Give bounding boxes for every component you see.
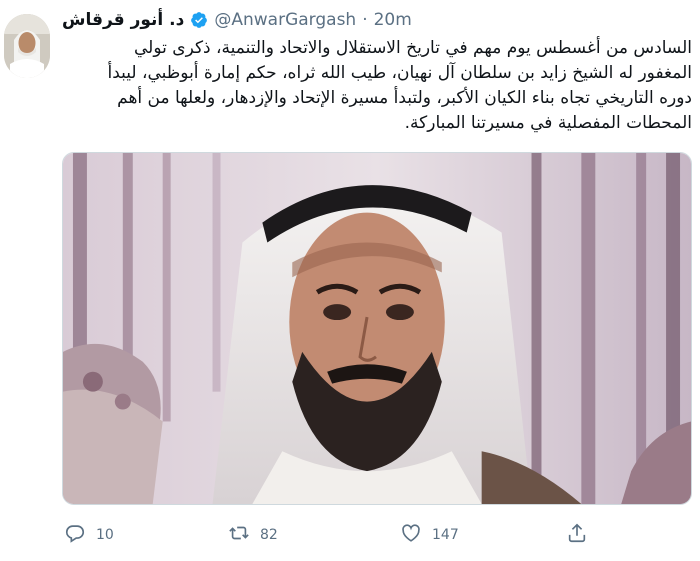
tweet-media-photo[interactable] xyxy=(62,152,692,505)
tweet-text-line: دوره التاريخي تجاه بناء الكيان الأكبر، و… xyxy=(117,88,692,108)
heart-icon xyxy=(400,522,422,548)
tweet-text-line: المحطات المفصلية في مسيرتنا المباركة. xyxy=(404,113,692,133)
author-name[interactable]: د. أنور قرقاش xyxy=(62,10,184,30)
retweet-icon xyxy=(228,522,250,548)
tweet-text-line: السادس من أغسطس يوم مهم في تاريخ الاستقل… xyxy=(134,38,692,58)
tweet-header: د. أنور قرقاش @AnwarGargash · 20m xyxy=(62,6,412,34)
retweet-button[interactable]: 82 xyxy=(228,522,278,548)
retweet-count: 82 xyxy=(260,527,278,543)
reply-icon xyxy=(64,522,86,548)
tweet-actions: 10 82 147 xyxy=(62,518,692,552)
verified-badge-icon xyxy=(190,11,208,29)
header-separator: · xyxy=(362,10,368,30)
reply-button[interactable]: 10 xyxy=(64,522,114,548)
avatar-image xyxy=(4,14,50,78)
author-handle[interactable]: @AnwarGargash xyxy=(214,10,356,30)
share-button[interactable] xyxy=(566,522,588,548)
share-icon xyxy=(566,522,588,548)
portrait-photo xyxy=(63,153,691,504)
tweet-text: السادس من أغسطس يوم مهم في تاريخ الاستقل… xyxy=(62,36,692,136)
tweet-timestamp[interactable]: 20m xyxy=(374,10,412,30)
like-button[interactable]: 147 xyxy=(400,522,459,548)
like-count: 147 xyxy=(432,527,459,543)
tweet-text-line: المغفور له الشيخ زايد بن سلطان آل نهيان،… xyxy=(107,63,692,83)
reply-count: 10 xyxy=(96,527,114,543)
avatar[interactable] xyxy=(4,14,50,78)
